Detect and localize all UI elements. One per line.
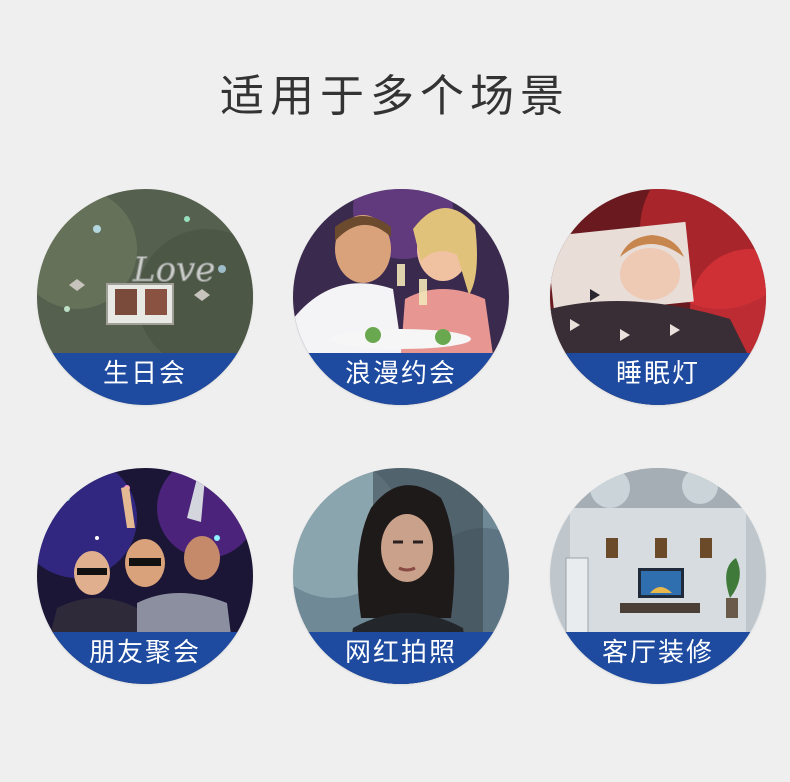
- scene-romantic-date: 浪漫约会: [293, 189, 509, 405]
- scene-birthday: Love 生日会: [37, 189, 253, 405]
- scene-label: 生日会: [37, 353, 253, 405]
- scene-label: 朋友聚会: [37, 632, 253, 684]
- scenes-page: 适用于多个场景 Love 生日会 浪漫约会 睡眠灯 朋友聚会 网红拍照 客厅装修: [0, 0, 790, 782]
- scene-influencer-photo: 网红拍照: [293, 468, 509, 684]
- scene-living-room: 客厅装修: [550, 468, 766, 684]
- scene-sleep-light: 睡眠灯: [550, 189, 766, 405]
- scene-label: 浪漫约会: [293, 353, 509, 405]
- page-title: 适用于多个场景: [220, 71, 570, 122]
- scene-label: 网红拍照: [293, 632, 509, 684]
- scene-label: 睡眠灯: [550, 353, 766, 405]
- scene-label: 客厅装修: [550, 632, 766, 684]
- scene-friends-party: 朋友聚会: [37, 468, 253, 684]
